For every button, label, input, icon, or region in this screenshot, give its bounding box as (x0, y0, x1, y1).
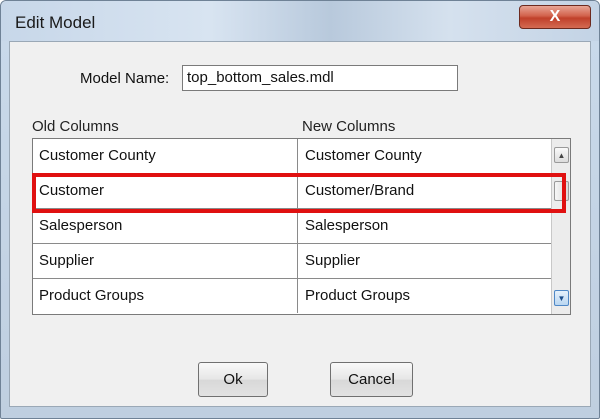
scroll-down-button[interactable]: ▼ (554, 290, 569, 306)
old-column-cell[interactable]: Supplier (33, 244, 298, 278)
grid-row: Customer Customer/Brand (33, 174, 551, 209)
old-column-cell[interactable]: Product Groups (33, 279, 298, 313)
ok-button[interactable]: Ok (198, 362, 268, 397)
new-column-cell[interactable]: Salesperson (298, 209, 551, 243)
close-icon: X (549, 8, 561, 25)
column-mapping-grid: Customer County Customer County Customer… (32, 138, 571, 315)
dialog-body: Model Name: top_bottom_sales.mdl Old Col… (9, 41, 591, 407)
new-column-cell[interactable]: Customer/Brand (298, 174, 551, 208)
model-name-label: Model Name: (80, 70, 170, 87)
old-column-cell[interactable]: Customer (33, 174, 298, 208)
scrollbar-thumb[interactable] (554, 181, 569, 201)
new-column-cell[interactable]: Product Groups (298, 279, 551, 313)
new-column-cell[interactable]: Supplier (298, 244, 551, 278)
old-column-cell[interactable]: Customer County (33, 139, 298, 173)
grid-row: Salesperson Salesperson (33, 209, 551, 244)
grid-row: Supplier Supplier (33, 244, 551, 279)
scroll-down-arrow-icon: ▼ (557, 293, 566, 303)
new-columns-header: New Columns (302, 118, 396, 135)
new-column-cell[interactable]: Customer County (298, 139, 551, 173)
title-bar[interactable]: Edit Model X (1, 1, 599, 41)
close-button[interactable]: X (519, 5, 591, 29)
grid-row: Product Groups Product Groups (33, 279, 551, 314)
old-columns-header: Old Columns (32, 118, 119, 135)
edit-model-dialog: Edit Model X Model Name: top_bottom_sale… (0, 0, 600, 419)
scroll-up-arrow-icon: ▲ (557, 150, 566, 160)
vertical-scrollbar[interactable]: ▲ ▼ (551, 139, 570, 314)
scroll-up-button[interactable]: ▲ (554, 147, 569, 163)
model-name-input[interactable]: top_bottom_sales.mdl (182, 65, 458, 91)
old-column-cell[interactable]: Salesperson (33, 209, 298, 243)
dialog-title: Edit Model (15, 13, 96, 32)
grid-row: Customer County Customer County (33, 139, 551, 174)
cancel-button[interactable]: Cancel (330, 362, 413, 397)
